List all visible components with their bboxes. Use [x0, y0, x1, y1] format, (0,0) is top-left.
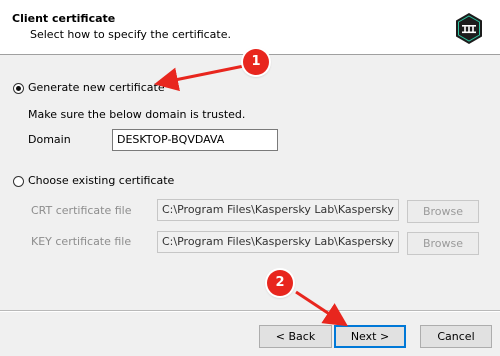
- annotation-badge-1: 1: [243, 49, 269, 75]
- trusted-domain-note: Make sure the below domain is trusted.: [28, 108, 246, 121]
- kaspersky-security-center-icon: [456, 13, 482, 44]
- generate-certificate-label[interactable]: Generate new certificate: [28, 81, 165, 94]
- key-file-field[interactable]: C:\Program Files\Kaspersky Lab\Kaspersky…: [157, 231, 399, 253]
- existing-certificate-label[interactable]: Choose existing certificate: [28, 174, 174, 187]
- footer-divider-highlight: [0, 311, 500, 312]
- page-title: Client certificate: [12, 12, 116, 25]
- crt-file-field[interactable]: C:\Program Files\Kaspersky Lab\Kaspersky…: [157, 199, 399, 221]
- domain-label: Domain: [28, 133, 71, 146]
- next-button[interactable]: Next >: [334, 325, 406, 348]
- crt-file-label: CRT certificate file: [31, 204, 132, 217]
- cancel-button[interactable]: Cancel: [420, 325, 492, 348]
- crt-browse-button[interactable]: Browse: [407, 200, 479, 223]
- key-file-label: KEY certificate file: [31, 235, 132, 248]
- generate-certificate-radio[interactable]: [13, 83, 24, 94]
- page-subtitle: Select how to specify the certificate.: [30, 28, 231, 41]
- annotation-arrow-1: [154, 64, 245, 92]
- domain-field[interactable]: DESKTOP-BQVDAVA: [112, 129, 278, 151]
- key-browse-button[interactable]: Browse: [407, 232, 479, 255]
- annotation-badge-2: 2: [267, 270, 293, 296]
- annotation-arrow-2: [295, 290, 349, 327]
- wizard-header: Client certificate Select how to specify…: [0, 0, 500, 55]
- existing-certificate-radio[interactable]: [13, 176, 24, 187]
- back-button[interactable]: < Back: [259, 325, 332, 348]
